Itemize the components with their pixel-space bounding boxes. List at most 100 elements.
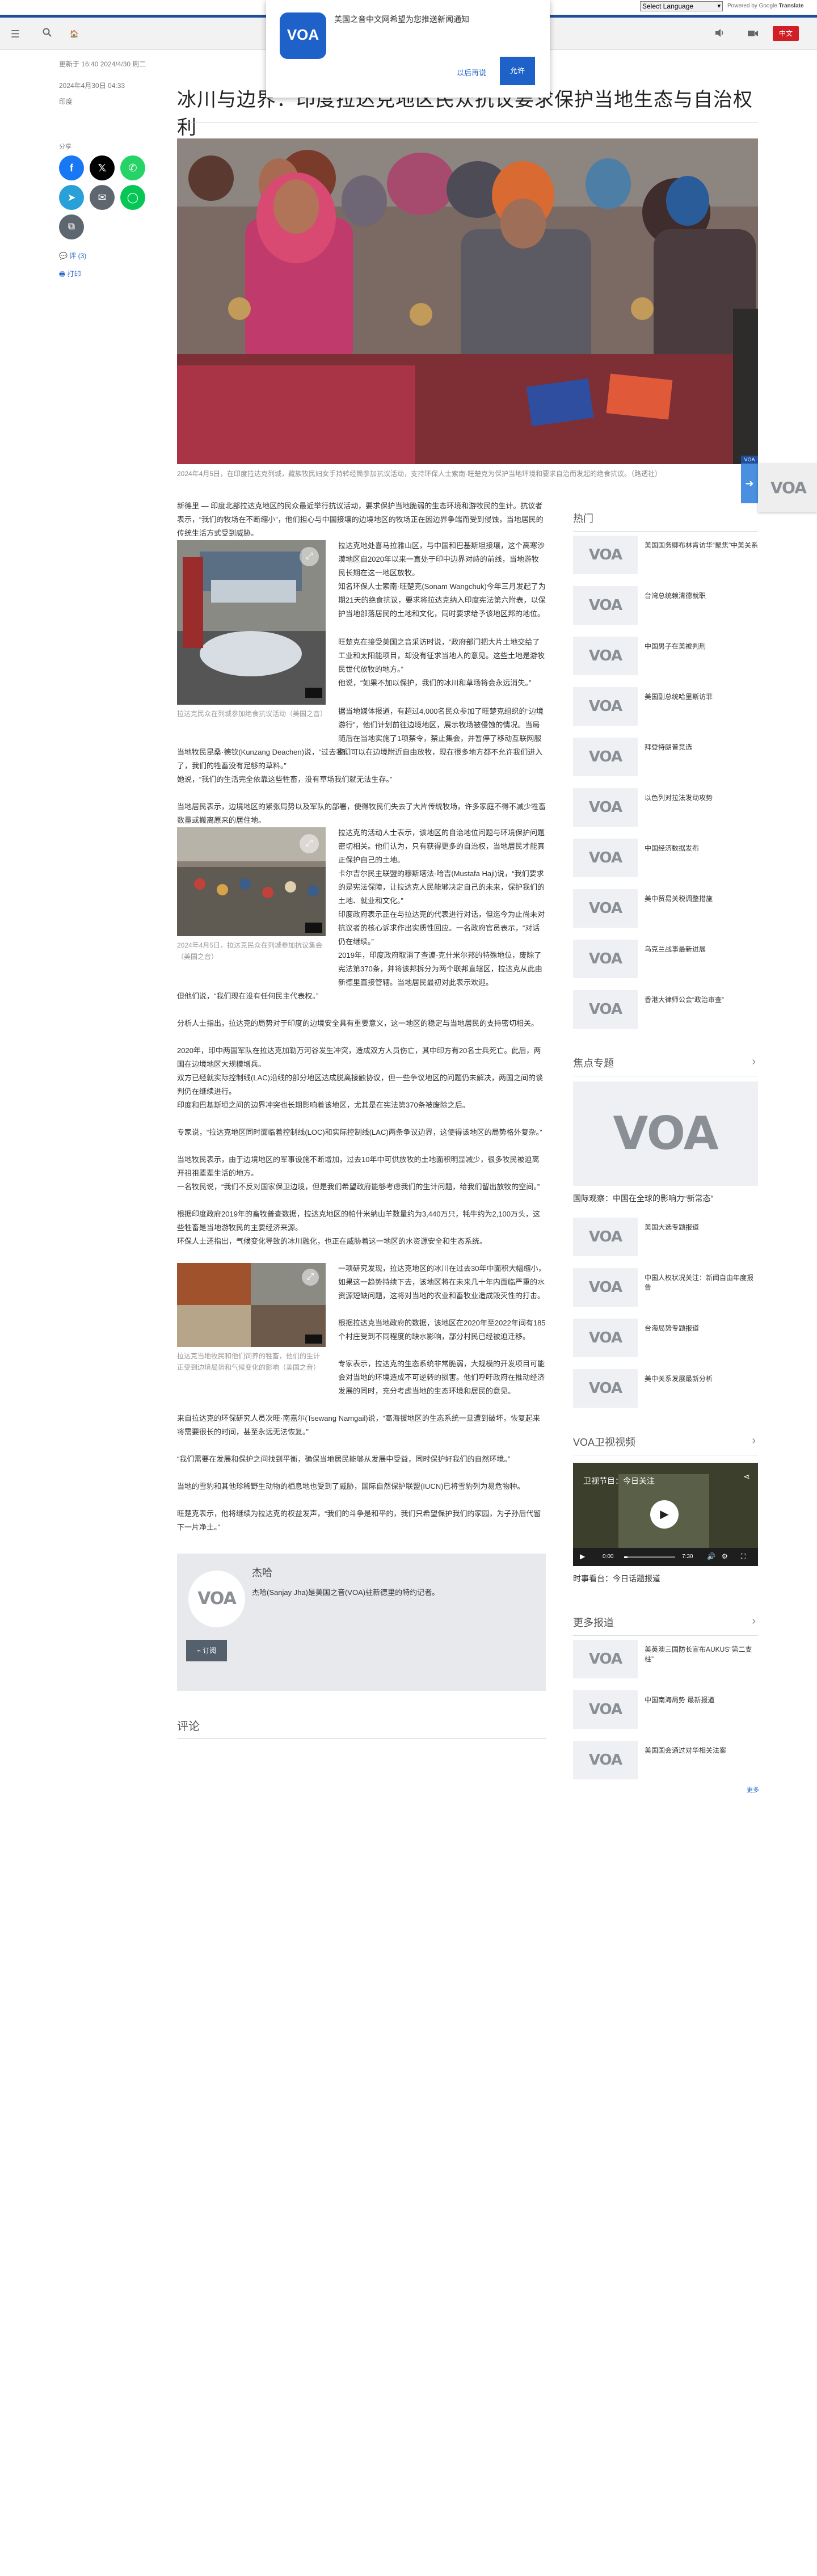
play-icon[interactable]: ▶ [650,1500,679,1529]
item-title[interactable]: 台湾总统赖清德就职 [645,591,758,600]
item-thumbnail[interactable]: VOA [573,1268,638,1307]
share-icon[interactable]: ⋖ [743,1472,750,1481]
sidebar-list-item[interactable]: VOA 美国大选专题报道 [573,1218,758,1258]
item-thumbnail[interactable]: VOA [573,738,638,776]
features-heading[interactable]: 焦点专题 › [573,1055,758,1076]
item-thumbnail[interactable]: VOA [573,1319,638,1357]
avatar[interactable]: VOA [188,1571,245,1627]
item-title[interactable]: 美中贸易关税调整措施 [645,894,758,903]
feature-main-title[interactable]: 国际观察：中国在全球的影响力“新常态” [573,1193,758,1204]
video-player[interactable]: 卫视节目：今日关注 ⋖ ▶ ▶ 0:00 7:30 🔊 ⚙ ⛶ [573,1463,758,1566]
speaker-icon[interactable] [714,28,726,40]
feature-main-image[interactable]: VOA [573,1081,758,1186]
email-icon[interactable]: ✉ [90,185,115,210]
sidebar-list-item[interactable]: VOA 美英澳三国防长宣布AUKUS“第二支柱” [573,1640,758,1681]
sidebar-list-item[interactable]: VOA 美国副总统哈里斯访菲 [573,687,758,728]
copy-link-icon[interactable]: ⧉ [59,214,84,239]
item-title[interactable]: 中国南海局势 最新报道 [645,1695,758,1704]
chevron-right-icon[interactable]: › [752,1615,756,1628]
item-thumbnail[interactable]: VOA [573,536,638,574]
item-title[interactable]: 中国男子在美被判刑 [645,641,758,651]
item-title[interactable]: 中国经济数据发布 [645,843,758,853]
byline-location[interactable]: 印度 [59,96,73,106]
item-title[interactable]: 美国大选专题报道 [645,1222,758,1232]
item-title[interactable]: 中国人权状况关注：新闻自由年度报告 [645,1273,758,1292]
sidebar-list-item[interactable]: VOA 美国国会通过对华相关法案 [573,1741,758,1782]
chevron-right-icon[interactable]: › [752,1055,756,1068]
item-thumbnail[interactable]: VOA [573,1690,638,1729]
sidebar-list-item[interactable]: VOA 中国经济数据发布 [573,839,758,879]
inline-image-1[interactable]: ⤢ [177,540,326,705]
x-icon[interactable]: 𝕏 [90,155,115,180]
telegram-icon[interactable]: ➤ [59,185,84,210]
home-icon[interactable]: 🏠 [68,28,81,40]
chevron-right-icon[interactable]: › [752,1434,756,1447]
line-icon[interactable]: ◯ [120,185,145,210]
sidebar-list-item[interactable]: VOA 美中贸易关税调整措施 [573,889,758,930]
sidebar-list-item[interactable]: VOA 以色列对拉法发动攻势 [573,788,758,829]
camera-icon[interactable] [747,28,759,40]
facebook-icon[interactable]: f [59,155,84,180]
item-thumbnail[interactable]: VOA [573,889,638,928]
sidebar-list-item[interactable]: VOA 拜登特朗普竞选 [573,738,758,778]
arrow-right-icon[interactable]: ➜ [741,464,758,503]
item-title[interactable]: 美国副总统哈里斯访菲 [645,692,758,701]
sidebar-list-item[interactable]: VOA 台海局势专题报道 [573,1319,758,1359]
rss-button[interactable]: ⌁ 订阅 [186,1640,227,1661]
settings-icon[interactable]: ⚙ [722,1552,728,1560]
item-thumbnail[interactable]: VOA [573,788,638,827]
item-title[interactable]: 美中关系发展最新分析 [645,1374,758,1383]
whatsapp-icon[interactable]: ✆ [120,155,145,180]
sidebar-list-item[interactable]: VOA 乌克兰战事最新进展 [573,940,758,980]
widget-card[interactable]: VOA [758,464,817,512]
item-thumbnail[interactable]: VOA [573,1218,638,1256]
item-title[interactable]: 以色列对拉法发动攻势 [645,793,758,802]
expand-icon[interactable]: ⤢ [300,834,319,853]
play-small-icon[interactable]: ▶ [580,1552,585,1560]
item-thumbnail[interactable]: VOA [573,940,638,978]
more-link[interactable]: 更多 [747,1785,759,1794]
item-title[interactable]: 美国国会通过对华相关法案 [645,1745,758,1755]
sidebar-list-item[interactable]: VOA 美中关系发展最新分析 [573,1369,758,1410]
video-heading[interactable]: VOA卫视视频 › [573,1434,758,1455]
language-select[interactable]: Select Language [640,1,723,11]
item-thumbnail[interactable]: VOA [573,586,638,625]
comments-link[interactable]: 💬 评 (3) [59,251,86,260]
item-title[interactable]: 拜登特朗普竞选 [645,742,758,752]
item-title[interactable]: 乌克兰战事最新进展 [645,944,758,954]
floating-voa-widget[interactable]: VOA ➜ VOA [741,456,817,512]
inline-image-2[interactable]: ⤢ [177,827,326,936]
item-title[interactable]: 美国国务卿布林肯访华“聚焦”中美关系 [645,540,758,550]
fullscreen-icon[interactable]: ⛶ [741,1552,746,1561]
volume-icon[interactable]: 🔊 [707,1552,715,1560]
item-thumbnail[interactable]: VOA [573,990,638,1029]
expand-icon[interactable]: ⤢ [300,547,319,566]
item-thumbnail[interactable]: VOA [573,687,638,726]
sidebar-list-item[interactable]: VOA 台湾总统赖清德就职 [573,586,758,627]
more-heading[interactable]: 更多报道 › [573,1615,758,1636]
inline-image-3[interactable]: ⤢ [177,1263,326,1347]
author-name[interactable]: 杰哈 [252,1565,272,1580]
video-progress[interactable] [624,1556,675,1558]
sidebar-list-item[interactable]: VOA 中国南海局势 最新报道 [573,1690,758,1731]
sidebar-list-item[interactable]: VOA 美国国务卿布林肯访华“聚焦”中美关系 [573,536,758,576]
sidebar-list-item[interactable]: VOA 中国男子在美被判刑 [573,637,758,677]
item-thumbnail[interactable]: VOA [573,637,638,675]
item-title[interactable]: 台海局势专题报道 [645,1323,758,1333]
item-title[interactable]: 美英澳三国防长宣布AUKUS“第二支柱” [645,1644,758,1664]
item-thumbnail[interactable]: VOA [573,1741,638,1779]
item-thumbnail[interactable]: VOA [573,1640,638,1678]
item-title[interactable]: 香港大律师公会“政治审查” [645,995,758,1004]
sidebar-list-item[interactable]: VOA 中国人权状况关注：新闻自由年度报告 [573,1268,758,1309]
language-button[interactable]: 中文 [773,26,799,41]
sidebar-list-item[interactable]: VOA 香港大律师公会“政治审查” [573,990,758,1031]
print-link[interactable]: 🖶 打印 [59,269,81,281]
video-caption[interactable]: 时事看台：今日话题报道 [573,1573,758,1584]
expand-icon[interactable]: ⤢ [302,1269,319,1286]
hamburger-icon[interactable]: ☰ [9,28,22,40]
item-thumbnail[interactable]: VOA [573,1369,638,1408]
translate-label[interactable]: Translate [779,3,804,9]
later-button[interactable]: 以后再说 [449,64,494,83]
allow-button[interactable]: 允许 [500,57,535,85]
search-icon[interactable] [41,28,53,40]
